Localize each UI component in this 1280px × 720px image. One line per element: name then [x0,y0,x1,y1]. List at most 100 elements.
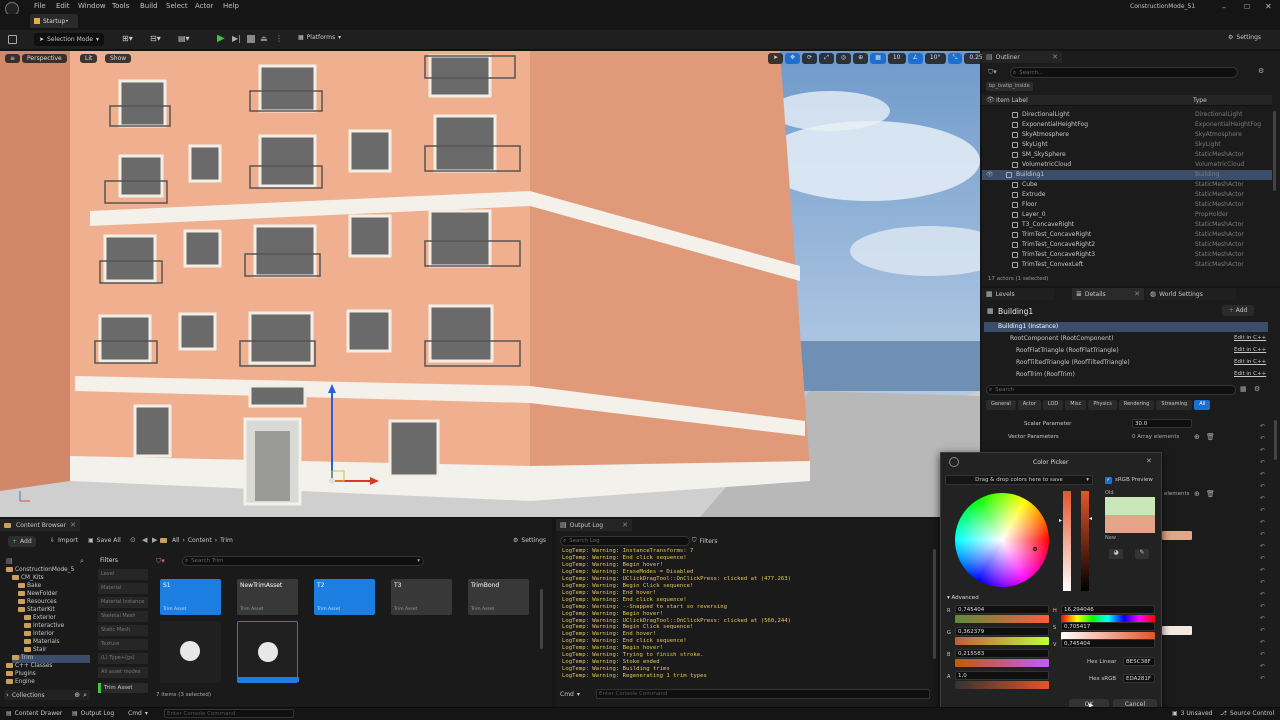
tree-toggle-icon[interactable]: ▤ [6,557,13,565]
filter-item[interactable]: (L) Type+(gs) [98,653,148,664]
outliner-row[interactable]: TrimTest_ConcaveRight3 StaticMeshActor [982,250,1272,260]
surface-snap-icon[interactable]: ⊕ [853,53,869,64]
type-header[interactable]: Type [1193,97,1207,104]
maximize-icon[interactable]: ☐ [1244,3,1250,11]
history-back-icon[interactable]: ⊙ [130,536,136,544]
filter-item[interactable]: Material [98,583,148,594]
outliner-tab[interactable]: ▤ Outliner ✕ [982,51,1062,63]
menu-edit[interactable]: Edit [56,2,70,10]
filter-misc[interactable]: Misc [1065,400,1087,410]
b-slider[interactable] [955,659,1049,667]
filter-lod[interactable]: LOD [1042,400,1064,410]
component-row[interactable]: RootComponent (RootComponent) Edit in C+… [984,334,1268,344]
source-control-button[interactable]: ⎇ Source Control [1220,710,1274,717]
outliner-scrollbar[interactable] [1273,111,1276,191]
saturation-slider[interactable] [1063,491,1071,591]
filter-actor[interactable]: Actor [1017,400,1041,410]
folder-tree-item[interactable]: Plugins [6,671,90,679]
asset-tile-mesh[interactable] [160,621,221,683]
folder-tree-item[interactable]: ConstructionMode_5 [6,567,90,575]
outliner-row[interactable]: Extrude StaticMeshActor [982,190,1272,200]
log-search-input[interactable]: ⌕ Search Log [560,536,690,546]
close-tab-icon[interactable]: ✕ [1052,53,1058,61]
scale-snap-icon[interactable]: ⤡ [947,53,963,64]
outliner-row[interactable]: TrimTest_ConvexLeft StaticMeshActor [982,260,1272,270]
h-value-input[interactable]: 16,294046 [1061,605,1155,614]
s-value-input[interactable]: 0,705417 [1061,622,1155,631]
r-value-input[interactable]: 0,745404 [955,605,1049,614]
filter-icon[interactable]: ⛉▾ [156,557,165,566]
close-tab-icon[interactable]: ✕ [70,521,76,529]
slider-handle-icon[interactable]: ◂ [1089,515,1092,522]
content-icon[interactable]: ⊞▾ [122,34,133,43]
edit-in-cpp-link[interactable]: Edit in C++ [1234,335,1266,341]
cmd-button[interactable]: Cmd ▾ [128,710,148,717]
viewport-menu-icon[interactable]: ≡ [5,54,21,63]
component-row[interactable]: RoofTrim (RoofTrim) Edit in C++ [984,370,1268,380]
asset-tile-s1[interactable]: S1 Trim Asset [160,579,221,615]
cb-scrollbar[interactable] [540,589,543,649]
world-icon[interactable]: ◎ [835,53,852,64]
outliner-row[interactable]: VolumetricCloud VolumetricCloud [982,160,1272,170]
filter-general[interactable]: General [986,400,1016,410]
filter-all[interactable]: All [1194,400,1211,410]
filter-item[interactable]: Material Instance [98,597,148,608]
visibility-eye-icon[interactable]: 👁 [986,171,994,178]
lit-button[interactable]: Lit [80,54,98,63]
stop-icon[interactable] [247,35,255,43]
close-icon[interactable]: ✕ [1146,457,1152,465]
angle-value[interactable]: 10° [924,53,946,64]
folder-tree-item[interactable]: Trim [12,655,90,663]
add-element-icon[interactable]: ⊕ [1194,433,1200,441]
search-icon[interactable]: ⌕ [83,691,87,700]
console-input[interactable]: Enter Console Command [164,709,294,718]
folder-tree-item[interactable]: Resources [18,599,90,607]
color-swatch[interactable] [1162,531,1192,540]
delete-icon[interactable]: 🗑 [1206,433,1215,441]
grid-snap-icon[interactable]: ▦ [870,53,886,64]
folder-tree-item[interactable]: Interior [24,631,90,639]
log-filters-button[interactable]: ⛉ Filters [692,537,718,545]
menu-select[interactable]: Select [166,2,188,10]
component-row[interactable]: RoofFlatTriangle (RoofFlatTriangle) Edit… [984,346,1268,356]
unsaved-indicator[interactable]: ▣ 3 Unsaved [1172,710,1212,717]
menu-tools[interactable]: Tools [112,2,129,10]
r-slider[interactable] [955,615,1049,623]
save-all-button[interactable]: ▣ Save All [88,537,121,544]
cb-search-input[interactable]: ⌕ Search Trim ▾ [182,556,424,566]
forward-icon[interactable]: ▶ [152,536,157,544]
grid-value[interactable]: 10 [887,53,906,64]
output-log-tab[interactable]: ▤ Output Log ✕ [556,519,632,531]
outliner-row[interactable]: SkyLight SkyLight [982,140,1272,150]
folder-tree-item[interactable]: Interactive [24,623,90,631]
outliner-row[interactable]: T3_ConcaveRight StaticMeshActor [982,220,1272,230]
content-drawer-button[interactable]: ▤ Content Drawer [6,710,62,717]
content-browser-tab[interactable]: Content Browser ✕ [0,519,80,531]
details-search-input[interactable]: ⌕ Search [986,385,1236,395]
add-element-icon[interactable]: ⊕ [1194,490,1200,498]
filter-item[interactable]: Static Mesh [98,625,148,636]
g-value-input[interactable]: 0,362379 [955,627,1049,636]
actor-name[interactable]: Building1 [998,307,1033,316]
outliner-row[interactable]: TrimTest_ConcaveRight2 StaticMeshActor [982,240,1272,250]
translate-icon[interactable]: ✥ [785,53,801,64]
close-tab-icon[interactable]: ✕ [1134,290,1140,298]
outliner-row[interactable]: Floor StaticMeshActor [982,200,1272,210]
folder-tree-item[interactable]: C++ Classes [6,663,90,671]
chevron-down-icon[interactable]: ▾ [417,557,420,565]
scalar-parameter-input[interactable]: 30.0 [1132,419,1192,428]
levels-tab[interactable]: ▦ Levels [982,288,1054,300]
hex-linear-input[interactable]: BE5C38F [1123,657,1155,666]
output-log-button[interactable]: ▤ Output Log [72,710,114,717]
a-slider[interactable] [955,681,1049,689]
filter-streaming[interactable]: Streaming [1156,400,1193,410]
item-label-header[interactable]: Item Label [996,97,1028,104]
outliner-row[interactable]: Layer_0 PropHolder [982,210,1272,220]
angle-snap-icon[interactable]: ∠ [907,53,923,64]
tree-search-icon[interactable]: ⌕ [80,557,84,566]
filter-icon[interactable]: ⛉▾ [988,68,997,77]
trim-asset-filter[interactable]: Trim Asset [98,683,148,693]
level-tab[interactable]: Startup• [30,14,78,28]
color-theme-bar[interactable]: Drag & drop colors here to save ▾ [945,475,1093,485]
show-button[interactable]: Show [105,54,132,63]
